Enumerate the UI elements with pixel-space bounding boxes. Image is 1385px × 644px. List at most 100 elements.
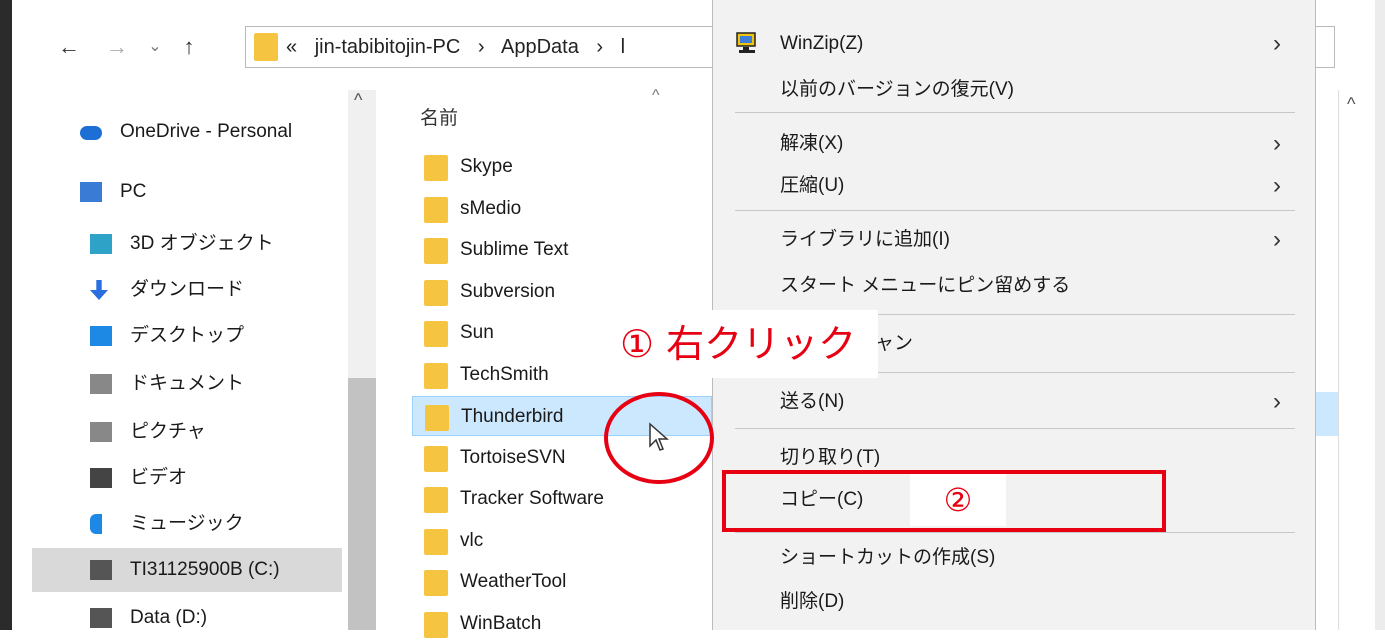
breadcrumb-separator[interactable]: ›: [478, 36, 485, 58]
submenu-chevron-icon: ›: [1273, 172, 1281, 199]
computer-icon: [80, 182, 102, 202]
file-row[interactable]: sMedio: [412, 189, 712, 229]
scroll-thumb[interactable]: [348, 378, 376, 630]
cloud-icon: [80, 126, 102, 140]
drive-icon: [90, 608, 112, 628]
file-name: Sublime Text: [460, 239, 569, 260]
winzip-icon: [736, 32, 756, 53]
menu-item[interactable]: ライブラリに追加(I) ›: [713, 218, 1317, 262]
file-row[interactable]: Sublime Text: [412, 230, 712, 270]
file-name: sMedio: [460, 197, 522, 219]
nav-item[interactable]: Data (D:): [32, 596, 342, 640]
column-header-name[interactable]: 名前: [420, 103, 458, 130]
menu-item-label: 解凍(X): [780, 133, 844, 154]
nav-item[interactable]: ミュージック: [32, 502, 342, 546]
file-row[interactable]: WinBatch: [412, 604, 712, 644]
back-arrow-icon[interactable]: ←: [54, 22, 84, 72]
nav-item[interactable]: PC: [32, 170, 342, 214]
menu-item-label: ショートカットの作成(S): [780, 547, 996, 568]
file-name: Subversion: [460, 280, 556, 302]
nav-item[interactable]: ビデオ: [32, 456, 342, 500]
menu-item-label: 圧縮(U): [780, 175, 845, 196]
breadcrumb-user[interactable]: jin-tabibitojin-PC: [315, 36, 461, 58]
file-row[interactable]: WeatherTool: [412, 562, 712, 602]
file-name: TortoiseSVN: [460, 446, 566, 468]
breadcrumb-local[interactable]: l: [621, 36, 625, 58]
cube-icon: [90, 234, 112, 254]
film-icon: [90, 468, 112, 488]
nav-item[interactable]: デスクトップ: [32, 314, 342, 358]
menu-item[interactable]: 解凍(X) ›: [713, 122, 1317, 166]
annotation-step-2: ②: [910, 474, 1006, 526]
menu-item-label: 削除(D): [780, 591, 845, 612]
nav-item-label: ダウンロード: [130, 279, 245, 300]
mouse-pointer-icon: [649, 422, 669, 451]
nav-item-label: PC: [120, 181, 147, 202]
folder-icon: [425, 405, 449, 431]
menu-separator: [735, 532, 1295, 533]
file-row[interactable]: Tracker Software: [412, 479, 712, 519]
nav-item[interactable]: 3D オブジェクト: [32, 222, 342, 266]
file-list-scrollbar[interactable]: ^: [1338, 90, 1375, 630]
nav-item-label: 3D オブジェクト: [130, 233, 274, 254]
folder-icon: [424, 196, 448, 223]
breadcrumb-overflow[interactable]: «: [286, 36, 297, 58]
menu-item-label: スタート メニューにピン留めする: [780, 275, 1071, 296]
file-name: TechSmith: [460, 363, 549, 385]
drive-icon: [90, 560, 112, 580]
desktop-icon: [90, 326, 112, 346]
up-arrow-icon[interactable]: ↑: [174, 22, 204, 72]
menu-item[interactable]: 送る(N) ›: [713, 380, 1317, 424]
menu-item[interactable]: スタート メニューにピン留めする: [713, 264, 1317, 308]
folder-icon: [254, 33, 278, 61]
menu-item[interactable]: ショートカットの作成(S): [713, 536, 1317, 580]
folder-icon: [424, 570, 448, 596]
file-row[interactable]: vlc: [412, 521, 712, 561]
right-window-edge: [1375, 0, 1385, 630]
menu-item[interactable]: 削除(D): [713, 580, 1317, 624]
annotation-right-click: ① 右クリック: [598, 310, 878, 378]
recent-locations-chevron-icon[interactable]: ⌄: [140, 22, 170, 72]
menu-item-label: WinZip(Z): [780, 33, 864, 54]
folder-icon: [424, 487, 448, 513]
file-name: vlc: [460, 529, 484, 551]
scroll-up-icon[interactable]: ^: [354, 90, 362, 111]
menu-separator: [735, 112, 1295, 113]
forward-arrow-icon[interactable]: →: [102, 22, 132, 72]
nav-item[interactable]: ダウンロード: [32, 268, 342, 312]
file-name: WinBatch: [460, 612, 542, 634]
menu-item[interactable]: 圧縮(U) ›: [713, 164, 1317, 208]
file-name: Thunderbird: [461, 406, 564, 427]
file-row[interactable]: Subversion: [412, 272, 712, 312]
nav-item[interactable]: ドキュメント: [32, 362, 342, 406]
menu-item[interactable]: WinZip(Z) ›: [713, 22, 1317, 66]
nav-item[interactable]: TI31125900B (C:): [32, 548, 342, 592]
nav-item-label: OneDrive - Personal: [120, 121, 293, 142]
menu-item-label: 以前のバージョンの復元(V): [780, 79, 1014, 100]
folder-icon: [424, 155, 448, 181]
breadcrumb[interactable]: « jin-tabibitojin-PC › AppData › l: [286, 27, 637, 67]
breadcrumb-appdata[interactable]: AppData: [501, 36, 579, 58]
nav-item-label: ピクチャ: [130, 421, 206, 442]
folder-icon: [424, 321, 448, 347]
scroll-up-icon[interactable]: ^: [1347, 94, 1355, 115]
file-name: Sun: [460, 322, 494, 343]
navigation-scrollbar[interactable]: ^: [348, 90, 376, 630]
navigation-pane: OneDrive - Personal PC 3D オブジェクト ダウンロードデスクト…: [32, 80, 350, 630]
nav-item-label: Data (D:): [130, 607, 208, 628]
nav-item[interactable]: ピクチャ: [32, 410, 342, 454]
download-arrow-icon: [90, 280, 108, 300]
left-window-edge: [0, 0, 12, 630]
nav-item-label: ビデオ: [130, 467, 188, 488]
breadcrumb-separator[interactable]: ›: [596, 36, 603, 58]
nav-item-label: ドキュメント: [130, 373, 245, 394]
folder-icon: [424, 528, 448, 555]
file-row[interactable]: Skype: [412, 147, 712, 187]
menu-separator: [735, 210, 1295, 211]
nav-item[interactable]: OneDrive - Personal: [32, 110, 342, 154]
menu-item[interactable]: 以前のバージョンの復元(V): [713, 68, 1317, 112]
folder-icon: [424, 445, 448, 472]
sort-ascending-icon: ^: [652, 87, 660, 104]
folder-icon: [424, 238, 448, 264]
document-icon: [90, 374, 112, 394]
